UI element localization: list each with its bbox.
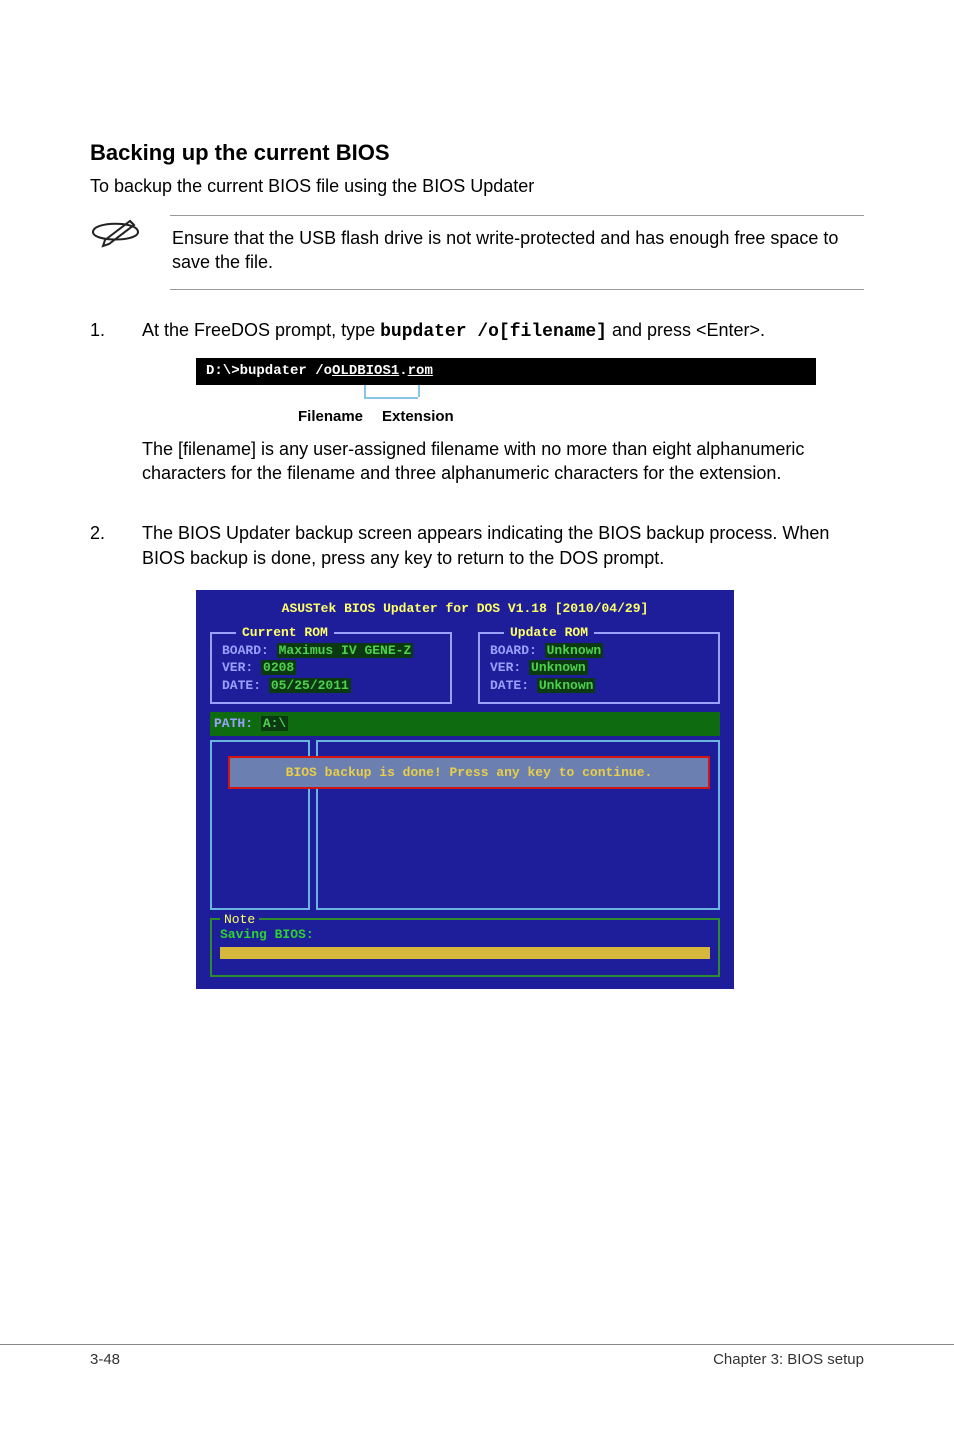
footer-page-number: 3-48 bbox=[90, 1351, 120, 1368]
step-body: The BIOS Updater backup screen appears i… bbox=[142, 521, 864, 989]
step-body: At the FreeDOS prompt, type bupdater /o[… bbox=[142, 318, 864, 506]
pencil-note-icon bbox=[90, 215, 142, 251]
board-value: Unknown bbox=[545, 643, 604, 658]
terminal-prefix: D:\>bupdater /o bbox=[206, 363, 332, 379]
update-rom-legend: Update ROM bbox=[504, 624, 594, 642]
label-filename: Filename bbox=[298, 407, 363, 427]
ver-value: Unknown bbox=[529, 660, 588, 675]
ver-value: 0208 bbox=[261, 660, 296, 675]
bios-updater-screen: ASUSTek BIOS Updater for DOS V1.18 [2010… bbox=[196, 590, 734, 989]
path-row: PATH: A:\ bbox=[210, 712, 720, 736]
update-rom-box: Update ROM BOARD: Unknown VER: Unknown D… bbox=[478, 632, 720, 705]
board-value: Maximus IV GENE-Z bbox=[277, 643, 414, 658]
bios-title: ASUSTek BIOS Updater for DOS V1.18 [2010… bbox=[206, 600, 724, 618]
note-body: Ensure that the USB flash drive is not w… bbox=[170, 215, 864, 290]
date-value: Unknown bbox=[537, 678, 596, 693]
terminal-dot: . bbox=[399, 363, 407, 379]
board-label: BOARD: bbox=[222, 643, 269, 658]
footer-chapter: Chapter 3: BIOS setup bbox=[713, 1351, 864, 1368]
saving-label: Saving BIOS: bbox=[220, 926, 710, 944]
current-rom-legend: Current ROM bbox=[236, 624, 334, 642]
date-value: 05/25/2011 bbox=[269, 678, 351, 693]
step1-suffix: and press <Enter>. bbox=[607, 320, 765, 340]
page-footer: 3-48 Chapter 3: BIOS setup bbox=[0, 1344, 954, 1368]
ver-label: VER: bbox=[490, 660, 521, 675]
note-callout: Ensure that the USB flash drive is not w… bbox=[90, 215, 864, 290]
file-pane-right: BIOS backup is done! Press any key to co… bbox=[316, 740, 720, 910]
step1-command: bupdater /o[filename] bbox=[380, 322, 607, 342]
ver-label: VER: bbox=[222, 660, 253, 675]
backup-done-banner: BIOS backup is done! Press any key to co… bbox=[228, 756, 710, 790]
note-box: Note Saving BIOS: bbox=[210, 918, 720, 978]
progress-bar bbox=[220, 947, 710, 959]
terminal-filename-ext: rom bbox=[408, 363, 433, 379]
step-number: 2. bbox=[90, 521, 114, 989]
step2-text: The BIOS Updater backup screen appears i… bbox=[142, 523, 829, 567]
step1-subtext: The [filename] is any user-assigned file… bbox=[142, 437, 864, 486]
date-label: DATE: bbox=[222, 678, 261, 693]
path-label: PATH: bbox=[214, 716, 253, 731]
board-label: BOARD: bbox=[490, 643, 537, 658]
step-2: 2. The BIOS Updater backup screen appear… bbox=[90, 521, 864, 989]
section-heading: Backing up the current BIOS bbox=[90, 140, 864, 166]
step1-prefix: At the FreeDOS prompt, type bbox=[142, 320, 380, 340]
terminal-labels: Filename Extension bbox=[196, 385, 816, 427]
step-number: 1. bbox=[90, 318, 114, 506]
label-extension: Extension bbox=[382, 407, 454, 427]
date-label: DATE: bbox=[490, 678, 529, 693]
step-1: 1. At the FreeDOS prompt, type bupdater … bbox=[90, 318, 864, 506]
path-value: A:\ bbox=[261, 716, 288, 731]
terminal-line: D:\>bupdater /oOLDBIOS1.rom bbox=[196, 358, 816, 385]
intro-text: To backup the current BIOS file using th… bbox=[90, 176, 864, 197]
terminal-filename-base: OLDBIOS1 bbox=[332, 363, 399, 379]
note-legend: Note bbox=[220, 911, 259, 929]
current-rom-box: Current ROM BOARD: Maximus IV GENE-Z VER… bbox=[210, 632, 452, 705]
